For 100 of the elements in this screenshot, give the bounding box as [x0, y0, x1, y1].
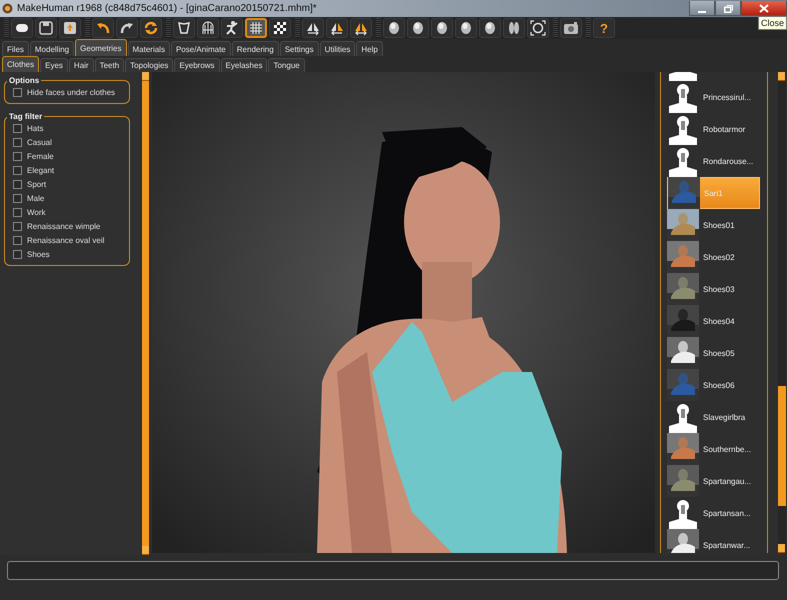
checkbox-label[interactable]: Male	[27, 194, 44, 202]
tab[interactable]: Modelling	[30, 41, 74, 56]
minimize-icon	[698, 10, 706, 12]
tab[interactable]: Materials	[128, 41, 170, 56]
minimize-button[interactable]	[689, 1, 715, 16]
list-item[interactable]: Spartansan...	[667, 497, 760, 529]
checkbox-label[interactable]: Sport	[27, 180, 46, 188]
checkbox[interactable]	[13, 124, 22, 132]
toolbar-button[interactable]	[197, 18, 219, 38]
silhouette-icon	[667, 497, 699, 529]
maximize-button[interactable]	[715, 1, 741, 16]
toolbar-grip	[4, 18, 9, 38]
toolbar-button[interactable]	[11, 18, 33, 38]
tab[interactable]: Geometries	[75, 39, 126, 56]
list-item[interactable]: Shoes06	[667, 369, 760, 401]
checkbox-label[interactable]: Shoes	[27, 250, 50, 258]
list-item[interactable]: Princessirul...	[667, 81, 760, 113]
group-title: Tag filter	[8, 112, 44, 121]
toolbar-button[interactable]	[326, 18, 348, 38]
subtab[interactable]: Eyes	[40, 58, 68, 72]
toolbar-button[interactable]	[407, 18, 429, 38]
mesh-icon	[200, 20, 216, 36]
checkbox[interactable]	[13, 194, 22, 202]
toolbar-button[interactable]	[92, 18, 114, 38]
head-icon	[482, 20, 498, 36]
toolbar-button[interactable]	[503, 18, 525, 38]
checkbox[interactable]	[13, 180, 22, 188]
frame-icon	[530, 20, 546, 36]
toolbar-button[interactable]: ?	[593, 18, 615, 38]
checkbox-label[interactable]: Elegant	[27, 166, 54, 174]
camera-icon	[563, 20, 579, 36]
list-item[interactable]: Shoes05	[667, 337, 760, 369]
checkbox[interactable]	[13, 236, 22, 244]
subtab[interactable]: Clothes	[2, 56, 40, 72]
toolbar-button[interactable]	[35, 18, 57, 38]
checkbox[interactable]	[13, 166, 22, 174]
subtab[interactable]: Teeth	[94, 58, 124, 72]
tab[interactable]: Help	[356, 41, 383, 56]
toolbar-button[interactable]	[431, 18, 453, 38]
checkbox-label[interactable]: Female	[27, 152, 54, 160]
toolbar-button[interactable]	[173, 18, 195, 38]
toolbar-button[interactable]	[140, 18, 162, 38]
head-icon	[410, 20, 426, 36]
toolbar-button[interactable]	[527, 18, 549, 38]
subtab[interactable]: Tongue	[268, 58, 305, 72]
toolbar-button[interactable]	[560, 18, 582, 38]
tooltip: Close	[758, 16, 787, 30]
close-button[interactable]	[741, 1, 787, 16]
toolbar-button[interactable]	[116, 18, 138, 38]
subtab[interactable]: Hair	[68, 58, 94, 72]
subtab[interactable]: Topologies	[125, 58, 174, 72]
torso-icon	[176, 20, 192, 36]
list-item[interactable]: Shoes02	[667, 241, 760, 273]
list-item[interactable]: Southernbe...	[667, 433, 760, 465]
feet-icon	[506, 20, 522, 36]
checkbox-label[interactable]: Casual	[27, 138, 52, 146]
checkbox-label[interactable]: Hats	[27, 124, 44, 132]
group-title: Options	[8, 76, 40, 85]
tab[interactable]: Pose/Animate	[170, 41, 231, 56]
checkbox-label[interactable]: Renaissance wimple	[27, 222, 100, 230]
list-item[interactable]: Spartangau...	[667, 465, 760, 497]
checkbox-label[interactable]: Renaissance oval veil	[27, 236, 104, 244]
scrollbar[interactable]	[778, 72, 786, 553]
tab[interactable]: Rendering	[232, 41, 279, 56]
save-icon	[38, 20, 54, 36]
tab[interactable]: Utilities	[320, 41, 356, 56]
upload-icon	[62, 20, 78, 36]
toolbar-button[interactable]	[479, 18, 501, 38]
head-icon	[386, 20, 402, 36]
silhouette-icon	[667, 145, 699, 177]
list-item[interactable]: Slavegirlbra	[667, 401, 760, 433]
checkbox-label[interactable]: Hide faces under clothes	[27, 88, 116, 96]
list-item[interactable]: Robotarmor	[667, 113, 760, 145]
tab[interactable]: Files	[2, 41, 29, 56]
scrollbar[interactable]	[142, 72, 149, 555]
list-item[interactable]: Shoes04	[667, 305, 760, 337]
checkbox[interactable]	[13, 222, 22, 230]
checkbox-label[interactable]: Work	[27, 208, 46, 216]
toolbar-button[interactable]	[383, 18, 405, 38]
toolbar-button[interactable]	[269, 18, 291, 38]
checkbox[interactable]	[13, 250, 22, 258]
checkbox[interactable]	[13, 152, 22, 160]
head-icon	[458, 20, 474, 36]
list-item[interactable]: Shoes01	[667, 209, 760, 241]
redo-icon	[119, 20, 135, 36]
toolbar-button[interactable]	[302, 18, 324, 38]
toolbar-button[interactable]	[59, 18, 81, 38]
tab[interactable]: Settings	[280, 41, 319, 56]
toolbar-button[interactable]	[455, 18, 477, 38]
toolbar-button[interactable]	[221, 18, 243, 38]
close-icon	[759, 4, 769, 12]
maximize-icon	[724, 4, 732, 12]
checkbox[interactable]	[13, 208, 22, 216]
subtab[interactable]: Eyebrows	[174, 58, 220, 72]
toolbar-button[interactable]	[350, 18, 372, 38]
checkbox[interactable]	[13, 88, 22, 96]
list-item[interactable]: Shoes03	[667, 273, 760, 305]
list-item[interactable]: Rondarouse...	[667, 145, 760, 177]
checkbox[interactable]	[13, 138, 22, 146]
subtab[interactable]: Eyelashes	[220, 58, 268, 72]
